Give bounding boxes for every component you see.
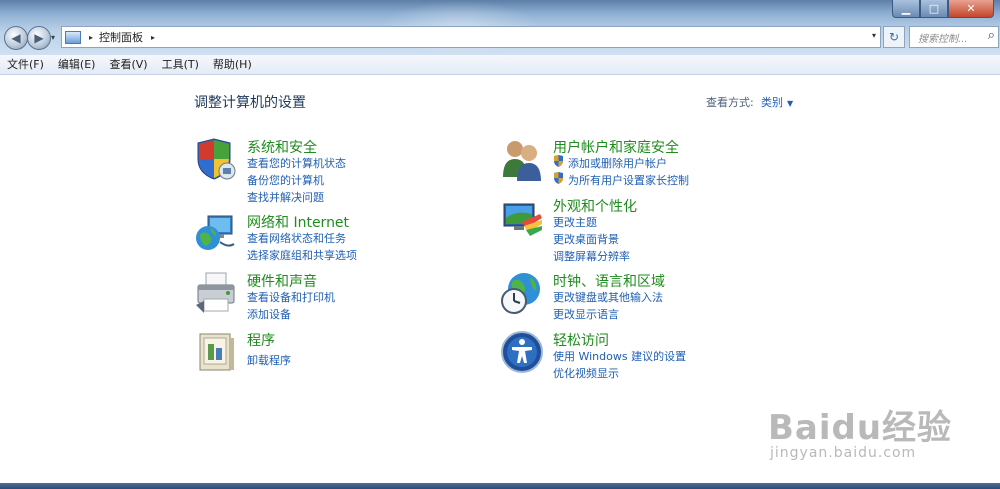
ease-of-access-icon[interactable] [500, 330, 544, 374]
address-bar[interactable]: ▸ 控制面板 ▸ ▾ [61, 26, 881, 48]
display-icon[interactable] [500, 196, 544, 240]
back-button[interactable]: ◀ [4, 26, 28, 50]
refresh-button[interactable]: ↻ [883, 26, 905, 48]
minimize-button[interactable]: ▁ [892, 0, 920, 18]
breadcrumb-control-panel[interactable]: 控制面板 [99, 29, 143, 45]
link-devices-printers[interactable]: 查看设备和打印机 [247, 289, 335, 305]
category-title-programs[interactable]: 程序 [247, 330, 275, 350]
link-change-keyboard[interactable]: 更改键盘或其他输入法 [553, 289, 663, 305]
link-add-device[interactable]: 添加设备 [247, 306, 291, 322]
printer-icon[interactable] [194, 271, 238, 315]
breadcrumb-separator-icon[interactable]: ▸ [89, 33, 93, 42]
chevron-down-icon: ▼ [787, 99, 794, 108]
address-dropdown-icon[interactable]: ▾ [872, 31, 876, 40]
forward-button[interactable]: ▶ [27, 26, 51, 50]
link-parental-controls[interactable]: 为所有用户设置家长控制 [568, 172, 689, 188]
search-input[interactable]: 搜索控制... ⌕ [909, 26, 999, 48]
link-recommended-settings[interactable]: 使用 Windows 建议的设置 [553, 348, 686, 364]
users-icon[interactable] [500, 137, 544, 181]
network-globe-icon[interactable] [194, 212, 238, 256]
link-change-theme[interactable]: 更改主题 [553, 214, 597, 230]
link-homegroup-sharing[interactable]: 选择家庭组和共享选项 [247, 247, 357, 263]
main-content: 调整计算机的设置 查看方式: 类别 ▼ 系统和安全 查看您的计算机状态 备份您的计… [0, 75, 1000, 483]
refresh-icon: ↻ [888, 30, 900, 44]
menu-bar: 文件(F) 编辑(E) 查看(V) 工具(T) 帮助(H) [0, 55, 1000, 75]
menu-edit[interactable]: 编辑(E) [51, 55, 103, 74]
view-by-label: 查看方式: [706, 96, 754, 109]
uac-shield-icon [554, 155, 563, 167]
baidu-watermark: Baidu经验 jingyan.baidu.com [768, 400, 952, 461]
bottom-border [0, 483, 1000, 489]
view-by-dropdown[interactable]: 类别 ▼ [761, 94, 793, 110]
link-view-network-status[interactable]: 查看网络状态和任务 [247, 230, 346, 246]
category-title-hardware-sound[interactable]: 硬件和声音 [247, 271, 317, 291]
control-panel-icon [65, 30, 81, 44]
menu-tools[interactable]: 工具(T) [155, 55, 206, 74]
search-icon[interactable]: ⌕ [988, 28, 995, 43]
window-controls: ▁ □ ✕ [892, 0, 994, 18]
menu-help[interactable]: 帮助(H) [206, 55, 259, 74]
search-placeholder: 搜索控制... [918, 33, 968, 45]
link-backup-computer[interactable]: 备份您的计算机 [247, 172, 324, 188]
link-add-remove-accounts[interactable]: 添加或删除用户帐户 [568, 155, 667, 171]
link-find-fix-problems[interactable]: 查找并解决问题 [247, 189, 324, 205]
close-button[interactable]: ✕ [948, 0, 994, 18]
category-title-network[interactable]: 网络和 Internet [247, 212, 349, 232]
maximize-button[interactable]: □ [920, 0, 948, 18]
security-shield-icon[interactable] [194, 137, 238, 181]
window-titlebar: ▁ □ ✕ ◀ ▶ ▾ ▸ 控制面板 ▸ ▾ ↻ 搜索控制... ⌕ [0, 0, 1000, 55]
programs-icon[interactable] [194, 330, 238, 374]
page-title: 调整计算机的设置 [194, 95, 306, 111]
watermark-brand: Baidu经验 [768, 408, 953, 448]
breadcrumb-chevron-icon[interactable]: ▸ [151, 33, 155, 42]
link-optimize-video[interactable]: 优化视频显示 [553, 365, 619, 381]
link-screen-resolution[interactable]: 调整屏幕分辨率 [553, 248, 630, 264]
recent-pages-dropdown[interactable]: ▾ [51, 33, 55, 42]
clock-globe-icon[interactable] [500, 271, 544, 315]
back-arrow-icon: ◀ [11, 31, 21, 45]
category-title-ease-of-access[interactable]: 轻松访问 [553, 330, 609, 350]
forward-arrow-icon: ▶ [34, 31, 44, 45]
link-change-background[interactable]: 更改桌面背景 [553, 231, 619, 247]
uac-shield-icon [554, 172, 563, 184]
category-title-user-accounts[interactable]: 用户帐户和家庭安全 [553, 137, 679, 157]
category-title-clock-language[interactable]: 时钟、语言和区域 [553, 271, 665, 291]
link-change-display-language[interactable]: 更改显示语言 [553, 306, 619, 322]
category-title-system-security[interactable]: 系统和安全 [247, 137, 317, 157]
view-by-value: 类别 [761, 96, 783, 109]
link-view-computer-status[interactable]: 查看您的计算机状态 [247, 155, 346, 171]
menu-view[interactable]: 查看(V) [102, 55, 154, 74]
link-uninstall-program[interactable]: 卸载程序 [247, 352, 291, 368]
menu-file[interactable]: 文件(F) [0, 55, 51, 74]
category-title-appearance[interactable]: 外观和个性化 [553, 196, 637, 216]
